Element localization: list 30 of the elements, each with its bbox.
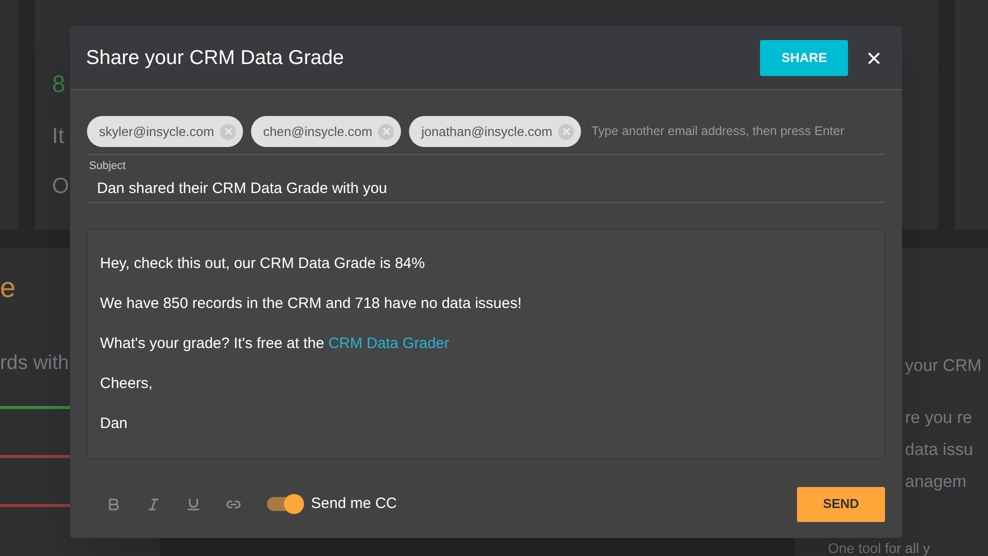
email-text: chen@insycle.com (263, 122, 372, 141)
subject-field[interactable]: Dan shared their CRM Data Grade with you (87, 174, 885, 202)
message-paragraph: We have 850 records in the CRM and 718 have no data issues! (100, 294, 523, 314)
underline-icon (186, 496, 200, 512)
section-subtitle: rds with (0, 351, 69, 376)
email-input[interactable]: Type another email address, then press Enter (591, 122, 885, 141)
cc-label: Send me CC (311, 494, 398, 514)
card-text: O (52, 172, 70, 200)
email-text: jonathan@insycle.com (421, 122, 552, 141)
email-text: skyler@insycle.com (99, 122, 214, 141)
grader-link[interactable]: CRM Data Grader (328, 334, 450, 352)
panel-text: anagem (904, 471, 968, 493)
panel-text: One tool for all y (827, 541, 931, 556)
close-button[interactable]: × (862, 44, 886, 70)
section-title: e (0, 271, 16, 305)
card-text: It (52, 122, 64, 150)
subject-label: Subject (88, 159, 127, 174)
message-paragraph: What's your grade? It's free at the CRM Data Grader (100, 334, 450, 354)
panel-text: re you re (904, 407, 974, 429)
message-body[interactable]: Hey, check this out, our CRM Data Grade is 84% We have 850 records in the CRM and 718 have no data issues! What's your grade? It's free at the CRM Data Grader Cheers, Dan (87, 228, 885, 458)
message-paragraph: Hey, check this out, our CRM Data Grade is 84% (100, 254, 426, 274)
message-paragraph: Cheers, (100, 374, 154, 394)
panel-title: your CRM (904, 355, 983, 377)
score-text: 8 (52, 70, 66, 100)
send-button[interactable]: SEND (797, 486, 885, 522)
italic-icon (146, 496, 160, 512)
cc-toggle[interactable] (267, 497, 303, 511)
message-paragraph: Dan (100, 414, 129, 434)
dialog-title: Share your CRM Data Grade (86, 46, 345, 70)
panel-text: data issu (904, 439, 974, 461)
